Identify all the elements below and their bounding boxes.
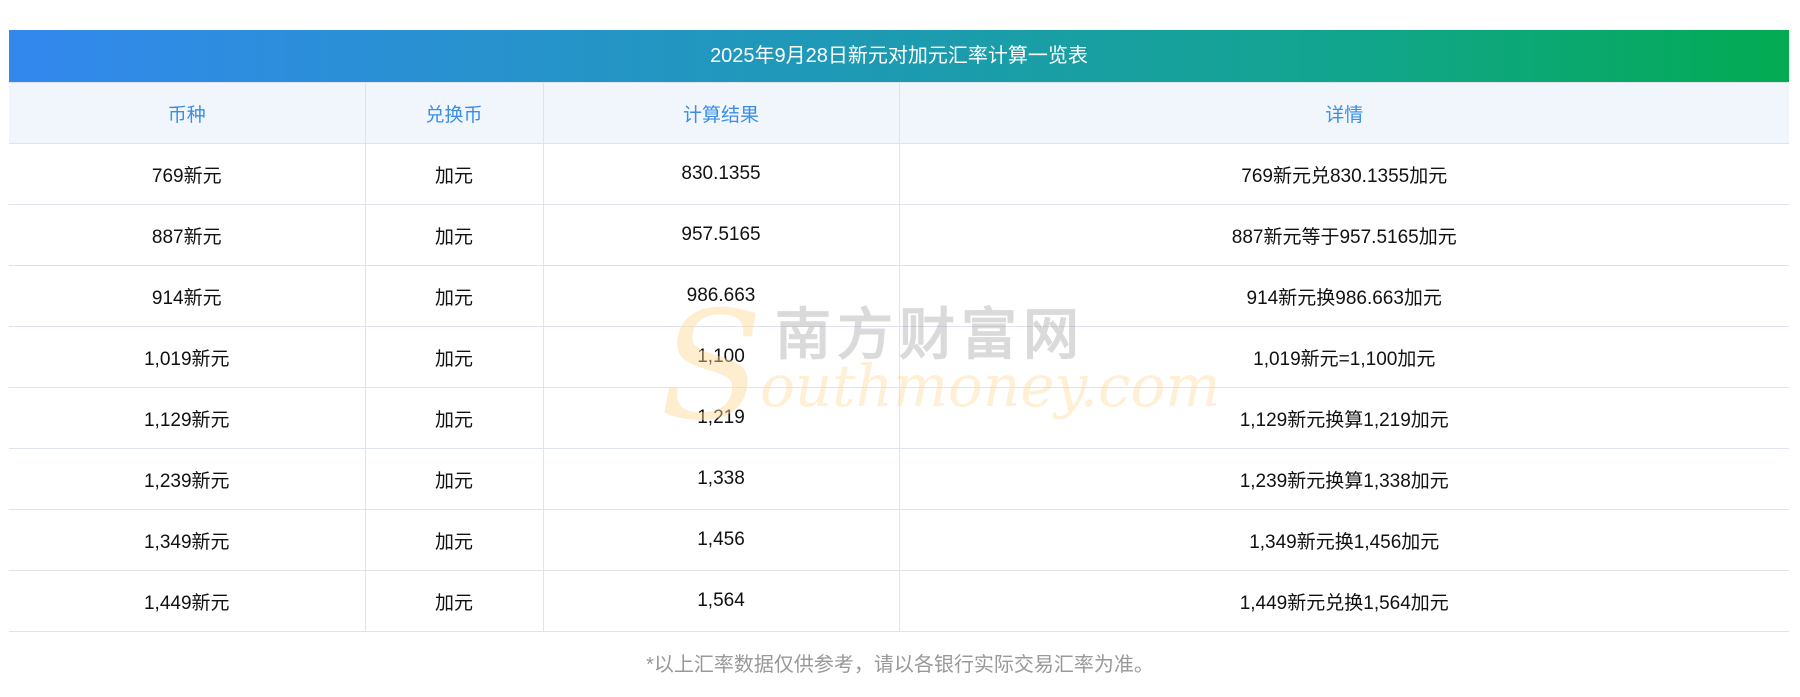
cell-details: 1,239新元换算1,338加元	[898, 448, 1789, 510]
cell-result: 986.663	[542, 265, 900, 327]
cell-currency: 1,449新元	[9, 570, 366, 632]
cell-target-currency: 加元	[364, 448, 544, 510]
cell-result: 1,338	[542, 448, 900, 510]
cell-target-currency: 加元	[364, 387, 544, 449]
cell-currency: 769新元	[9, 143, 366, 205]
header-result: 计算结果	[542, 82, 900, 144]
cell-details: 1,449新元兑换1,564加元	[898, 570, 1789, 632]
cell-details: 769新元兑830.1355加元	[898, 143, 1789, 205]
cell-target-currency: 加元	[364, 509, 544, 571]
cell-target-currency: 加元	[364, 204, 544, 266]
table-row: 769新元 加元 830.1355 769新元兑830.1355加元	[9, 143, 1789, 205]
cell-currency: 1,349新元	[9, 509, 366, 571]
cell-details: 1,349新元换1,456加元	[898, 509, 1789, 571]
table-row: 1,349新元 加元 1,456 1,349新元换1,456加元	[9, 509, 1789, 571]
rate-table-container: 2025年9月28日新元对加元汇率计算一览表 币种 兑换币 计算结果 详情 76…	[9, 30, 1789, 632]
cell-result: 957.5165	[542, 204, 900, 266]
cell-details: 914新元换986.663加元	[898, 265, 1789, 327]
table-row: 887新元 加元 957.5165 887新元等于957.5165加元	[9, 204, 1789, 266]
cell-details: 887新元等于957.5165加元	[898, 204, 1789, 266]
cell-currency: 1,019新元	[9, 326, 366, 388]
cell-result: 1,100	[542, 326, 900, 388]
cell-result: 1,564	[542, 570, 900, 632]
disclaimer-note: *以上汇率数据仅供参考，请以各银行实际交易汇率为准。	[646, 654, 1154, 676]
cell-result: 1,219	[542, 387, 900, 449]
table-title: 2025年9月28日新元对加元汇率计算一览表	[9, 30, 1789, 82]
header-target-currency: 兑换币	[364, 82, 544, 144]
cell-currency: 1,239新元	[9, 448, 366, 510]
cell-target-currency: 加元	[364, 326, 544, 388]
cell-result: 830.1355	[542, 143, 900, 205]
rate-table: 币种 兑换币 计算结果 详情 769新元 加元 830.1355 769新元兑830.…	[9, 82, 1789, 632]
cell-target-currency: 加元	[364, 143, 544, 205]
cell-currency: 1,129新元	[9, 387, 366, 449]
cell-result: 1,456	[542, 509, 900, 571]
cell-currency: 887新元	[9, 204, 366, 266]
cell-target-currency: 加元	[364, 570, 544, 632]
cell-details: 1,129新元换算1,219加元	[898, 387, 1789, 449]
table-row: 1,239新元 加元 1,338 1,239新元换算1,338加元	[9, 448, 1789, 510]
header-currency: 币种	[9, 82, 366, 144]
table-row: 1,129新元 加元 1,219 1,129新元换算1,219加元	[9, 387, 1789, 449]
cell-details: 1,019新元=1,100加元	[898, 326, 1789, 388]
table-row: 1,019新元 加元 1,100 1,019新元=1,100加元	[9, 326, 1789, 388]
table-row: 1,449新元 加元 1,564 1,449新元兑换1,564加元	[9, 570, 1789, 632]
header-details: 详情	[898, 82, 1789, 144]
table-row: 914新元 加元 986.663 914新元换986.663加元	[9, 265, 1789, 327]
cell-currency: 914新元	[9, 265, 366, 327]
header-row: 币种 兑换币 计算结果 详情	[9, 82, 1789, 144]
cell-target-currency: 加元	[364, 265, 544, 327]
